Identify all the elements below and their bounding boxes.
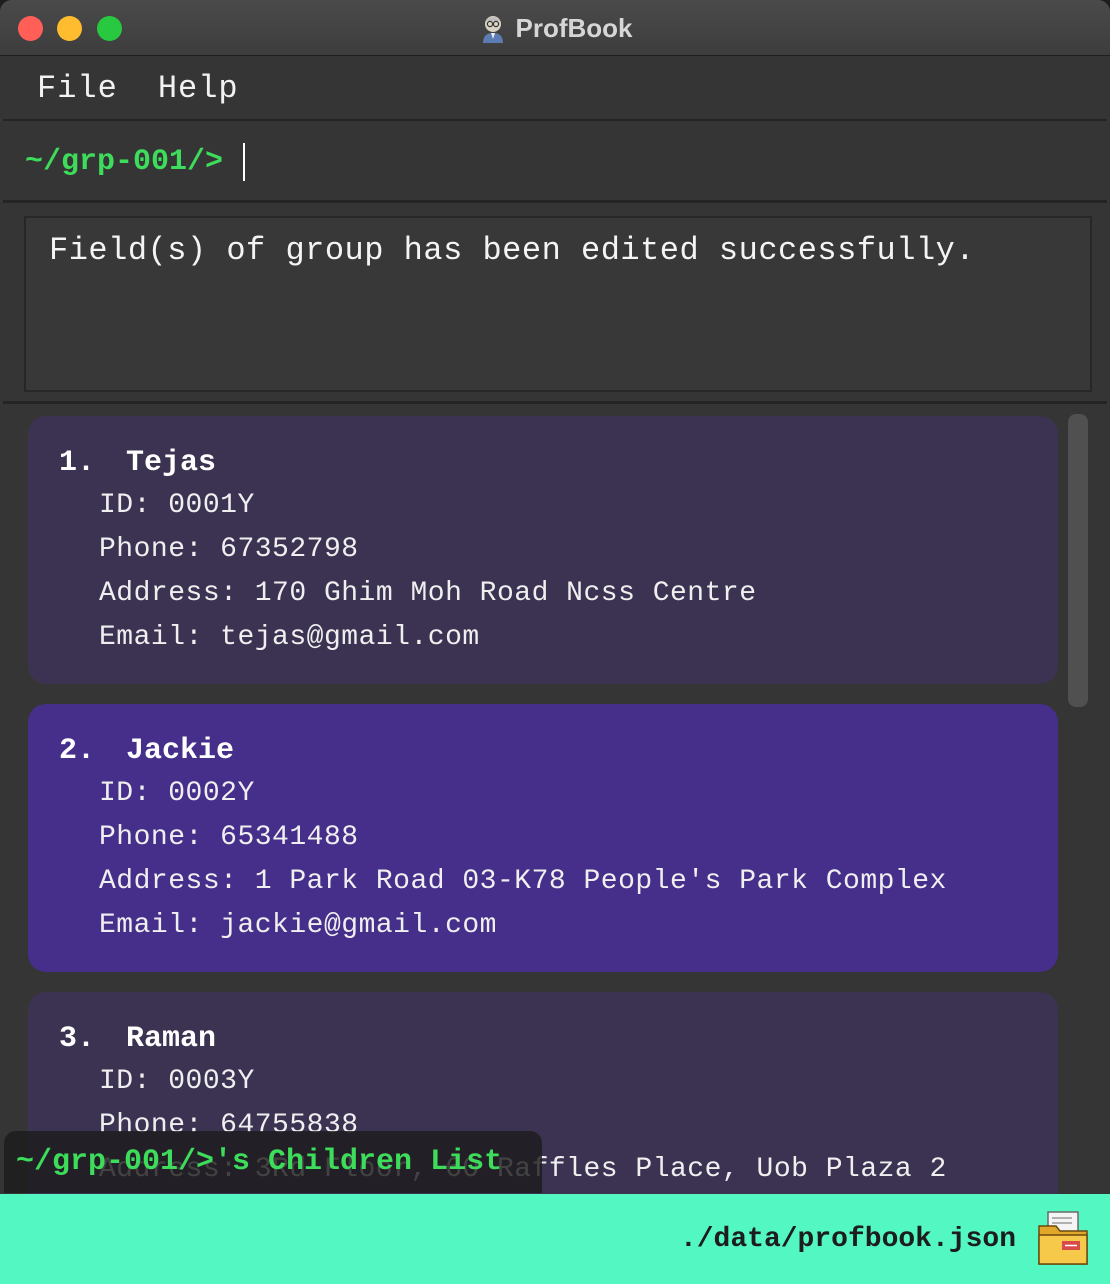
app-window: ProfBook File Help ~/grp-001/> Field(s) …	[0, 0, 1110, 1284]
id-label: ID:	[99, 1066, 151, 1097]
phone-label: Phone:	[99, 822, 203, 853]
address-label: Address:	[99, 578, 238, 609]
result-message: Field(s) of group has been edited succes…	[49, 232, 976, 269]
result-display-panel: Field(s) of group has been edited succes…	[3, 206, 1107, 404]
window-title: ProfBook	[515, 12, 633, 43]
card-email: Email: tejas@gmail.com	[99, 616, 1027, 660]
card-phone: Phone: 67352798	[99, 528, 1027, 572]
email-label: Email:	[99, 910, 203, 941]
email-value: jackie@gmail.com	[220, 910, 497, 941]
command-prompt: ~/grp-001/>	[25, 144, 224, 179]
menu-help[interactable]: Help	[158, 70, 239, 107]
card-name: Raman	[126, 1022, 217, 1056]
card-name: Tejas	[126, 446, 217, 480]
id-label: ID:	[99, 778, 151, 809]
card-index: 3.	[59, 1022, 96, 1056]
list-scrollbar[interactable]	[1068, 414, 1088, 707]
professor-icon	[482, 16, 503, 43]
status-bar: ./data/profbook.json	[0, 1194, 1110, 1284]
card-address: Address: 1 Park Road 03-K78 People's Par…	[99, 860, 1027, 904]
save-location: ./data/profbook.json	[679, 1223, 1016, 1255]
card-email: Email: jackie@gmail.com	[99, 904, 1027, 948]
card-index: 1.	[59, 446, 96, 480]
card-address: Address: 170 Ghim Moh Road Ncss Centre	[99, 572, 1027, 616]
phone-label: Phone:	[99, 534, 203, 565]
id-value: 0001Y	[168, 490, 255, 521]
card-name: Jackie	[126, 734, 235, 768]
card-id: ID: 0002Y	[99, 772, 1027, 816]
address-value: 1 Park Road 03-K78 People's Park Complex	[254, 866, 947, 897]
phone-value: 67352798	[220, 534, 359, 565]
list-title-overlay: ~/grp-001/>'s Children List	[4, 1131, 542, 1193]
email-value: tejas@gmail.com	[220, 622, 480, 653]
card-id: ID: 0001Y	[99, 484, 1027, 528]
menu-file[interactable]: File	[37, 70, 118, 107]
phone-value: 65341488	[220, 822, 359, 853]
id-label: ID:	[99, 490, 151, 521]
address-value: 170 Ghim Moh Road Ncss Centre	[254, 578, 757, 609]
id-value: 0003Y	[168, 1066, 255, 1097]
title-group: ProfBook	[0, 0, 1110, 56]
list-card[interactable]: 1. Tejas ID: 0001Y Phone: 67352798 Addre…	[28, 416, 1058, 684]
card-header: 3. Raman	[59, 1018, 1027, 1060]
list-title: ~/grp-001/>'s Children List	[16, 1145, 503, 1179]
list-card-selected[interactable]: 2. Jackie ID: 0002Y Phone: 65341488 Addr…	[28, 704, 1058, 972]
card-index: 2.	[59, 734, 96, 768]
title-bar[interactable]: ProfBook	[0, 0, 1110, 56]
result-display[interactable]: Field(s) of group has been edited succes…	[24, 216, 1092, 392]
id-value: 0002Y	[168, 778, 255, 809]
command-input[interactable]	[243, 133, 1083, 193]
address-label: Address:	[99, 866, 238, 897]
email-label: Email:	[99, 622, 203, 653]
menu-bar: File Help	[3, 57, 1107, 121]
folder-icon	[1038, 1211, 1088, 1265]
card-header: 1. Tejas	[59, 442, 1027, 484]
card-phone: Phone: 65341488	[99, 816, 1027, 860]
children-list[interactable]: 1. Tejas ID: 0001Y Phone: 67352798 Addre…	[3, 406, 1107, 1194]
card-header: 2. Jackie	[59, 730, 1027, 772]
card-id: ID: 0003Y	[99, 1060, 1027, 1104]
command-box[interactable]: ~/grp-001/>	[3, 123, 1107, 203]
